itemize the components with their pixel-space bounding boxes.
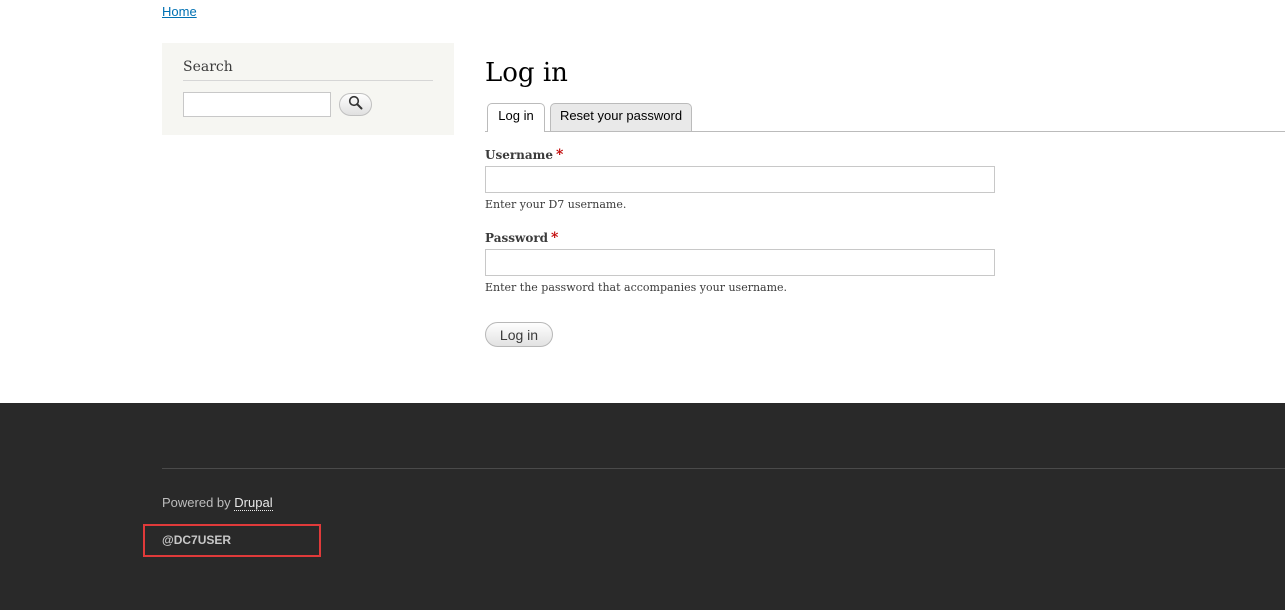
- password-description: Enter the password that accompanies your…: [485, 281, 788, 294]
- search-button[interactable]: [339, 93, 372, 116]
- breadcrumb: Home: [162, 4, 197, 19]
- sidebar-search-block: Search: [162, 43, 454, 135]
- search-input[interactable]: [183, 92, 331, 117]
- search-block-title: Search: [183, 59, 433, 81]
- required-mark: *: [551, 230, 559, 246]
- password-field[interactable]: [485, 249, 995, 276]
- footer-divider: [162, 468, 1285, 469]
- tab-bar: Log in Reset your password: [485, 103, 1285, 132]
- required-mark: *: [556, 147, 564, 163]
- username-label: Username *: [485, 147, 564, 163]
- site-footer: Powered by Drupal @DC7USER: [0, 403, 1285, 610]
- page-title: Log in: [485, 58, 568, 88]
- password-label: Password *: [485, 230, 559, 246]
- login-submit-button[interactable]: Log in: [485, 322, 553, 347]
- tab-log-in[interactable]: Log in: [487, 103, 545, 132]
- username-description: Enter your D7 username.: [485, 198, 627, 211]
- breadcrumb-home-link[interactable]: Home: [162, 4, 197, 19]
- user-handle: @DC7USER: [162, 533, 232, 547]
- magnifier-icon: [348, 95, 363, 114]
- username-field[interactable]: [485, 166, 995, 193]
- tab-reset-password[interactable]: Reset your password: [550, 103, 692, 131]
- drupal-link[interactable]: Drupal: [234, 495, 273, 511]
- powered-by: Powered by Drupal: [162, 495, 273, 511]
